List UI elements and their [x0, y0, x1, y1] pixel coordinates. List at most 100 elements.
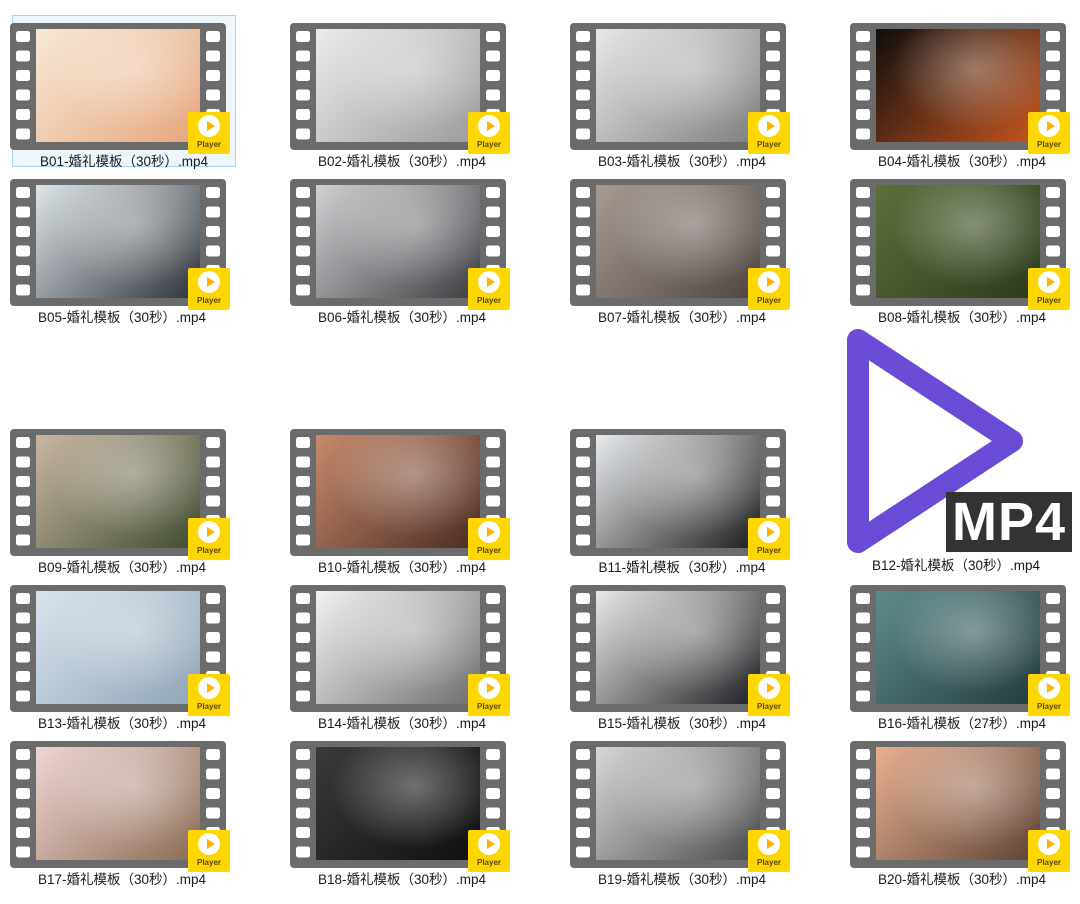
player-badge: Player: [748, 268, 790, 310]
player-badge: Player: [468, 268, 510, 310]
video-thumbnail: Player: [10, 429, 230, 560]
video-thumbnail: Player: [10, 741, 230, 872]
file-item[interactable]: Player B04-婚礼模板（30秒）.mp4: [850, 16, 1074, 169]
play-icon: [207, 527, 215, 537]
thumbnail-image: [596, 185, 760, 298]
video-thumbnail: Player: [10, 23, 230, 154]
play-icon: [767, 527, 775, 537]
play-icon: [1047, 277, 1055, 287]
file-item[interactable]: Player B13-婚礼模板（30秒）.mp4: [10, 578, 234, 731]
thumbnail-image: [36, 591, 200, 704]
play-icon: [487, 683, 495, 693]
play-icon: [487, 121, 495, 131]
player-label: Player: [1036, 140, 1062, 149]
player-badge: Player: [468, 830, 510, 872]
file-name: B19-婚礼模板（30秒）.mp4: [597, 872, 767, 887]
video-thumbnail: Player: [570, 741, 790, 872]
thumbnail-image: [876, 185, 1040, 298]
player-label: Player: [196, 858, 222, 867]
file-item[interactable]: Player B19-婚礼模板（30秒）.mp4: [570, 734, 794, 887]
thumbnail-image: [596, 29, 760, 142]
player-label: Player: [1036, 296, 1062, 305]
play-icon: [1047, 839, 1055, 849]
player-badge: Player: [748, 112, 790, 154]
file-item[interactable]: Player B09-婚礼模板（30秒）.mp4: [10, 422, 234, 575]
file-item-b12[interactable]: MP4 B12-婚礼模板（30秒）.mp4: [840, 320, 1072, 584]
player-label: Player: [756, 296, 782, 305]
file-name: B07-婚礼模板（30秒）.mp4: [597, 310, 767, 325]
video-thumbnail: Player: [570, 585, 790, 716]
play-icon: [1047, 121, 1055, 131]
video-thumbnail: Player: [570, 23, 790, 154]
video-thumbnail: Player: [570, 179, 790, 310]
file-name: B18-婚礼模板（30秒）.mp4: [317, 872, 487, 887]
video-thumbnail: Player: [570, 429, 790, 560]
file-name: B05-婚礼模板（30秒）.mp4: [37, 310, 207, 325]
player-badge: Player: [748, 674, 790, 716]
file-item[interactable]: Player B11-婚礼模板（30秒）.mp4: [570, 422, 794, 575]
file-item[interactable]: Player B02-婚礼模板（30秒）.mp4: [290, 16, 514, 169]
play-icon: [207, 121, 215, 131]
video-thumbnail: Player: [850, 179, 1070, 310]
video-thumbnail: Player: [290, 179, 510, 310]
thumbnail-image: [596, 435, 760, 548]
thumbnail-image: [36, 29, 200, 142]
player-label: Player: [476, 546, 502, 555]
file-name: B15-婚礼模板（30秒）.mp4: [597, 716, 767, 731]
thumbnail-image: [36, 185, 200, 298]
file-item[interactable]: Player B17-婚礼模板（30秒）.mp4: [10, 734, 234, 887]
file-item[interactable]: Player B03-婚礼模板（30秒）.mp4: [570, 16, 794, 169]
play-icon: [487, 277, 495, 287]
player-label: Player: [196, 140, 222, 149]
thumbnail-image: [316, 435, 480, 548]
mp4-badge: MP4: [946, 492, 1072, 552]
thumbnail-image: [596, 747, 760, 860]
file-item[interactable]: Player B20-婚礼模板（30秒）.mp4: [850, 734, 1074, 887]
thumbnail-image: [316, 29, 480, 142]
thumbnail-image: [876, 591, 1040, 704]
file-item[interactable]: Player B10-婚礼模板（30秒）.mp4: [290, 422, 514, 575]
thumbnail-image: [876, 747, 1040, 860]
play-icon: [767, 683, 775, 693]
file-name: B12-婚礼模板（30秒）.mp4: [871, 558, 1041, 573]
player-label: Player: [756, 858, 782, 867]
player-badge: Player: [468, 674, 510, 716]
file-name: B14-婚礼模板（30秒）.mp4: [317, 716, 487, 731]
file-item[interactable]: Player B05-婚礼模板（30秒）.mp4: [10, 172, 234, 325]
file-item[interactable]: Player B06-婚礼模板（30秒）.mp4: [290, 172, 514, 325]
video-thumbnail: Player: [290, 741, 510, 872]
video-thumbnail: Player: [290, 429, 510, 560]
file-name: B06-婚礼模板（30秒）.mp4: [317, 310, 487, 325]
player-label: Player: [476, 702, 502, 711]
file-item[interactable]: Player B16-婚礼模板（27秒）.mp4: [850, 578, 1074, 731]
player-badge: Player: [1028, 112, 1070, 154]
player-badge: Player: [188, 518, 230, 560]
thumbnail-image: [36, 747, 200, 860]
player-label: Player: [196, 702, 222, 711]
player-badge: Player: [1028, 674, 1070, 716]
file-item[interactable]: Player B07-婚礼模板（30秒）.mp4: [570, 172, 794, 325]
file-name: B01-婚礼模板（30秒）.mp4: [39, 154, 209, 169]
player-label: Player: [476, 296, 502, 305]
thumbnail-image: [316, 591, 480, 704]
player-label: Player: [1036, 702, 1062, 711]
thumbnail-image: [36, 435, 200, 548]
file-item[interactable]: Player B18-婚礼模板（30秒）.mp4: [290, 734, 514, 887]
player-badge: Player: [1028, 268, 1070, 310]
play-icon: [207, 683, 215, 693]
thumbnail-image: [596, 591, 760, 704]
file-item[interactable]: Player B15-婚礼模板（30秒）.mp4: [570, 578, 794, 731]
player-badge: Player: [748, 518, 790, 560]
player-badge: Player: [1028, 830, 1070, 872]
file-item[interactable]: Player B14-婚礼模板（30秒）.mp4: [290, 578, 514, 731]
file-name: B09-婚礼模板（30秒）.mp4: [37, 560, 207, 575]
file-item[interactable]: Player B08-婚礼模板（30秒）.mp4: [850, 172, 1074, 325]
player-label: Player: [196, 546, 222, 555]
player-label: Player: [476, 858, 502, 867]
video-thumbnail: Player: [10, 585, 230, 716]
video-thumbnail: Player: [290, 23, 510, 154]
file-item[interactable]: Player B01-婚礼模板（30秒）.mp4: [10, 15, 236, 169]
file-name: B16-婚礼模板（27秒）.mp4: [877, 716, 1047, 731]
play-icon: [207, 277, 215, 287]
player-label: Player: [196, 296, 222, 305]
